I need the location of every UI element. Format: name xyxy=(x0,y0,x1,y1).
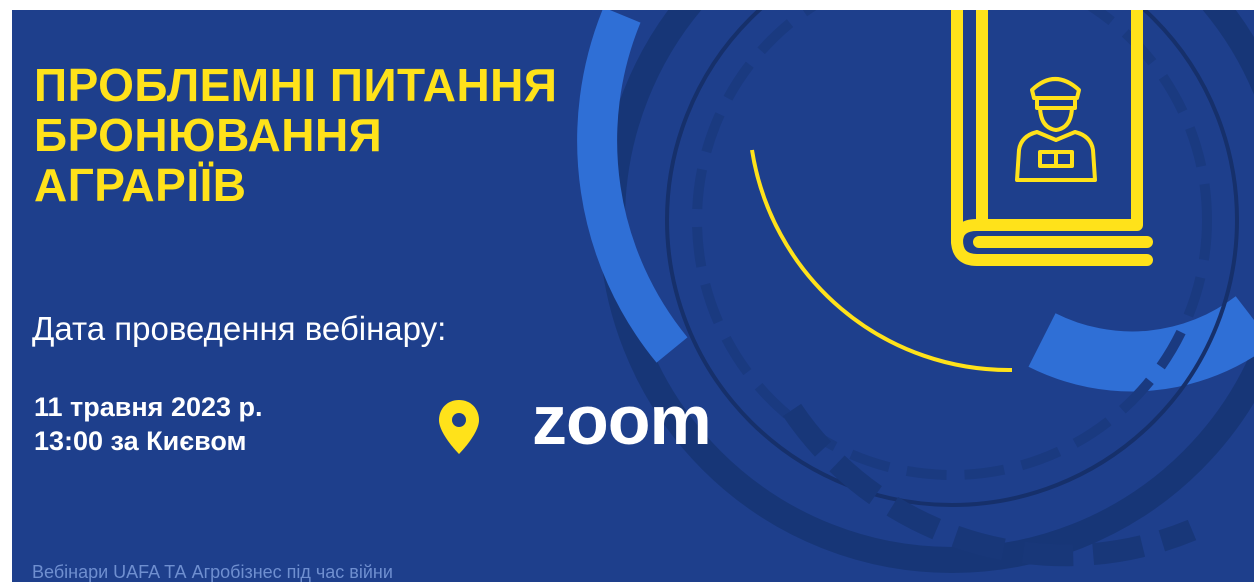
title-line-3: АГРАРІЇВ xyxy=(34,159,247,211)
date-label: Дата проведення вебінару: xyxy=(32,310,447,347)
zoom-logo: zoom xyxy=(532,381,712,459)
webinar-banner: ПРОБЛЕМНІ ПИТАННЯ БРОНЮВАННЯ АГРАРІЇВ Да… xyxy=(12,10,1254,582)
title-line-1: ПРОБЛЕМНІ ПИТАННЯ xyxy=(34,59,558,111)
book-soldier-icon xyxy=(951,10,1153,266)
footer-caption: Вебінари UAFA ТА Агробізнес під час війн… xyxy=(32,562,393,582)
webinar-time: 13:00 за Києвом xyxy=(34,426,247,456)
map-pin-icon xyxy=(439,400,479,454)
webinar-title: ПРОБЛЕМНІ ПИТАННЯ БРОНЮВАННЯ АГРАРІЇВ xyxy=(34,60,557,210)
title-line-2: БРОНЮВАННЯ xyxy=(34,109,383,161)
webinar-date: 11 травня 2023 р. xyxy=(34,392,263,422)
date-time-block: 11 травня 2023 р. 13:00 за Києвом xyxy=(34,390,263,458)
